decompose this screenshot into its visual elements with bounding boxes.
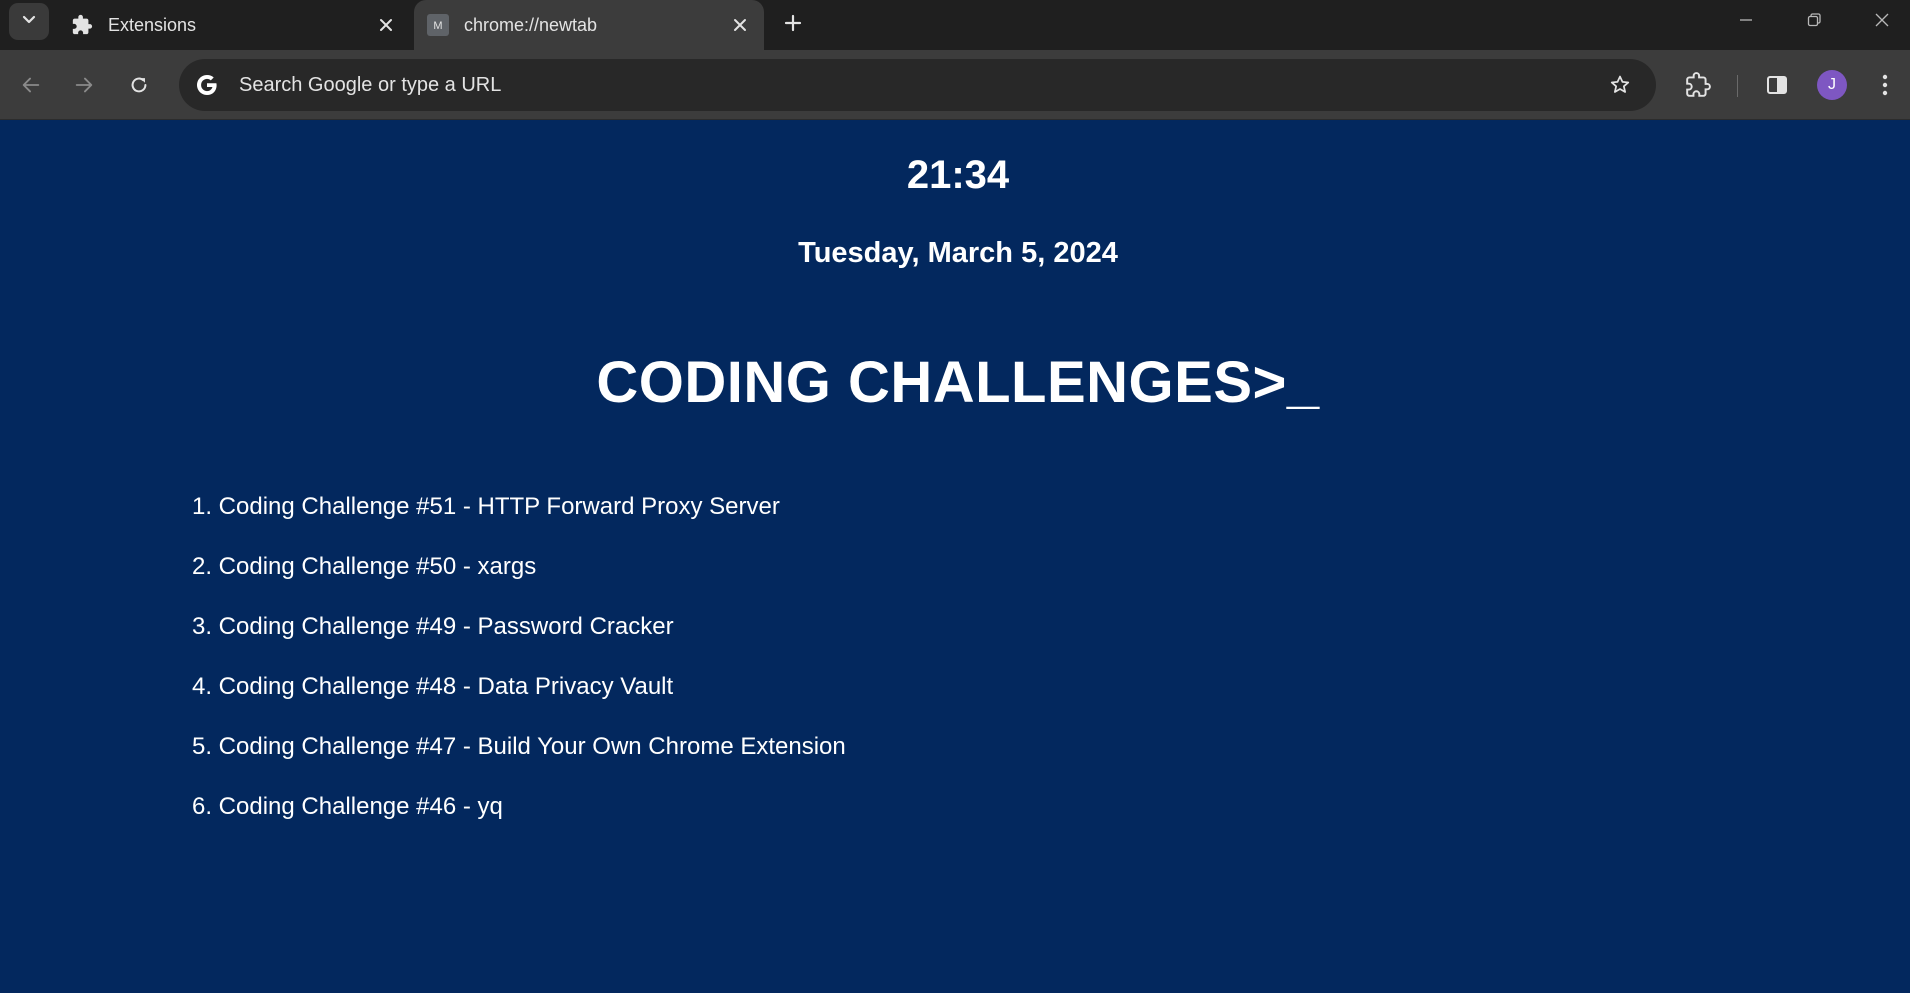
browser-toolbar: J <box>0 50 1910 120</box>
chevron-down-icon <box>21 11 37 32</box>
star-icon <box>1610 75 1630 93</box>
challenge-list: 1. Coding Challenge #51 - HTTP Forward P… <box>192 493 846 853</box>
tab-extensions[interactable]: Extensions <box>56 0 410 50</box>
minimize-icon <box>1740 19 1752 21</box>
page-heading: CODING CHALLENGES>_ <box>596 350 1320 415</box>
plus-icon <box>784 14 802 32</box>
back-button[interactable] <box>12 66 50 104</box>
profile-avatar[interactable]: J <box>1817 70 1847 100</box>
close-tab-button[interactable] <box>372 11 400 39</box>
challenge-link[interactable]: 2. Coding Challenge #50 - xargs <box>192 553 536 580</box>
svg-text:M: M <box>433 20 442 32</box>
bookmark-star-button[interactable] <box>1600 65 1640 105</box>
list-item: 2. Coding Challenge #50 - xargs <box>192 553 846 613</box>
close-icon <box>1875 13 1889 27</box>
tab-title: Extensions <box>108 14 197 35</box>
challenge-link[interactable]: 6. Coding Challenge #46 - yq <box>192 793 503 820</box>
extensions-button[interactable] <box>1679 66 1717 104</box>
forward-button[interactable] <box>65 66 103 104</box>
google-g-icon <box>192 70 222 100</box>
reload-icon <box>131 77 147 93</box>
challenge-link[interactable]: 3. Coding Challenge #49 - Password Crack… <box>192 613 674 640</box>
address-bar[interactable] <box>179 59 1656 111</box>
current-date: Tuesday, March 5, 2024 <box>798 237 1118 269</box>
close-icon <box>734 19 746 31</box>
challenge-link[interactable]: 1. Coding Challenge #51 - HTTP Forward P… <box>192 493 780 520</box>
list-item: 5. Coding Challenge #47 - Build Your Own… <box>192 733 846 793</box>
list-item: 6. Coding Challenge #46 - yq <box>192 793 846 853</box>
close-icon <box>380 19 392 31</box>
new-tab-button[interactable] <box>776 6 810 40</box>
puzzle-icon <box>70 13 94 37</box>
side-panel-button[interactable] <box>1758 66 1796 104</box>
tab-search-button[interactable] <box>9 3 49 40</box>
tab-strip: Extensions M chrome://newtab <box>0 0 1910 50</box>
close-window-button[interactable] <box>1850 0 1910 40</box>
new-tab-page: 21:34 Tuesday, March 5, 2024 CODING CHAL… <box>0 121 1910 993</box>
kebab-menu-icon <box>1882 74 1888 96</box>
reload-button[interactable] <box>120 66 158 104</box>
puzzle-icon <box>1686 72 1711 97</box>
challenge-link[interactable]: 5. Coding Challenge #47 - Build Your Own… <box>192 733 846 760</box>
omnibox-input[interactable] <box>237 65 1600 105</box>
restore-button[interactable] <box>1782 0 1846 40</box>
list-item: 1. Coding Challenge #51 - HTTP Forward P… <box>192 493 846 553</box>
arrow-left-icon <box>22 77 40 93</box>
toolbar-divider <box>1737 75 1738 97</box>
menu-button[interactable] <box>1866 66 1904 104</box>
tab-title: chrome://newtab <box>464 14 598 35</box>
clock-time: 21:34 <box>906 153 1010 197</box>
restore-icon <box>1807 13 1821 27</box>
list-item: 3. Coding Challenge #49 - Password Crack… <box>192 613 846 673</box>
arrow-right-icon <box>75 77 93 93</box>
minimize-button[interactable] <box>1714 0 1778 40</box>
challenge-link[interactable]: 4. Coding Challenge #48 - Data Privacy V… <box>192 673 673 700</box>
m-favicon-icon: M <box>426 13 450 37</box>
side-panel-icon <box>1767 76 1787 94</box>
list-item: 4. Coding Challenge #48 - Data Privacy V… <box>192 673 846 733</box>
close-tab-button[interactable] <box>726 11 754 39</box>
tab-newtab[interactable]: M chrome://newtab <box>414 0 764 50</box>
